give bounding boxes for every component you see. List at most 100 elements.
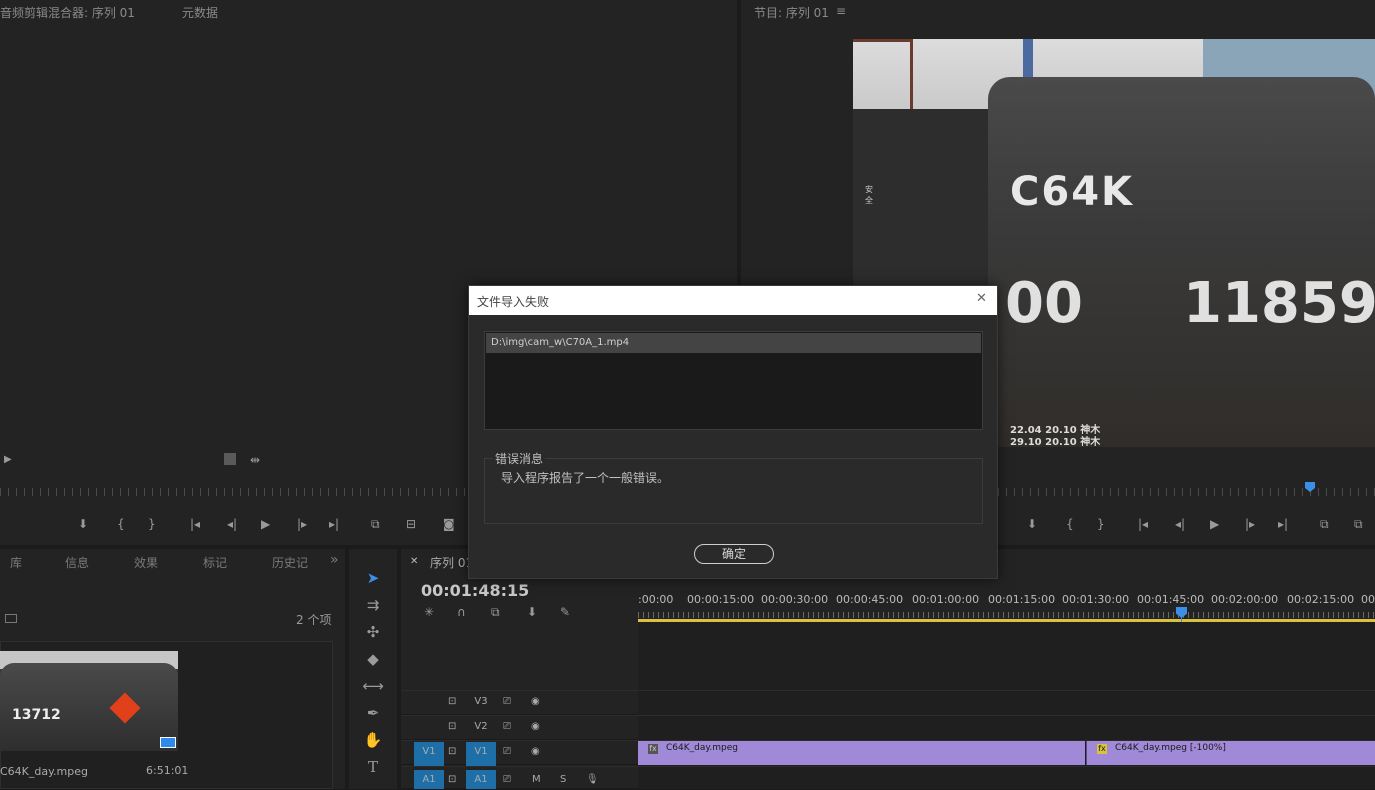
razor-tool-icon[interactable]: ◆	[361, 648, 385, 670]
wagon-number-left: 00	[1005, 271, 1083, 336]
mark-in-icon[interactable]: {	[117, 517, 125, 531]
timeline-tab[interactable]: 序列 01	[430, 554, 473, 571]
nest-icon[interactable]: ✳	[424, 605, 434, 619]
dialog-close-icon[interactable]: ✕	[976, 291, 987, 306]
failed-file-row[interactable]: D:\img\cam_w\C70A_1.mp4	[486, 333, 981, 353]
program-step-back-icon[interactable]: ◂|	[1175, 517, 1185, 531]
marker-icon[interactable]: ⬇	[78, 517, 88, 531]
camera-icon[interactable]: ◙	[443, 517, 455, 531]
program-go-to-in-icon[interactable]: |◂	[1138, 517, 1148, 531]
clip-label: C64K_day.mpeg	[666, 743, 738, 753]
metadata-tab[interactable]: 元数据	[182, 4, 218, 21]
step-back-icon[interactable]: ◂|	[227, 517, 237, 531]
eye-icon[interactable]: ◉	[531, 692, 540, 712]
panel-menu-icon[interactable]: ≡	[836, 4, 846, 18]
error-message: 导入程序报告了一个一般错误。	[501, 471, 670, 485]
program-mark-in-icon[interactable]: {	[1066, 517, 1074, 531]
selection-tool-icon[interactable]: ➤	[361, 567, 385, 589]
folder-icon[interactable]	[5, 614, 17, 623]
type-tool-icon[interactable]: T	[361, 756, 385, 778]
overwrite-icon[interactable]: ⊟	[406, 517, 416, 531]
error-group-box	[484, 458, 983, 524]
tab-history[interactable]: 历史记	[272, 554, 308, 571]
error-group-label: 错误消息	[493, 450, 546, 467]
more-tabs-icon[interactable]: »	[330, 552, 339, 568]
extract-icon[interactable]: ⧉	[1354, 517, 1363, 531]
audio-mixer-tab[interactable]: 音频剪辑混合器: 序列 01	[0, 4, 135, 21]
sync-lock-icon[interactable]: ⎚	[503, 770, 511, 790]
media-item-name[interactable]: C64K_day.mpeg	[0, 765, 88, 778]
track-name-a1[interactable]: A1	[466, 770, 496, 789]
track-header-v3	[402, 691, 638, 715]
program-step-forward-icon[interactable]: |▸	[1245, 517, 1255, 531]
eye-icon[interactable]: ◉	[531, 742, 540, 762]
clip-label: C64K_day.mpeg [-100%]	[1115, 743, 1226, 753]
add-marker-icon[interactable]: ⬇	[527, 605, 537, 619]
mute-button[interactable]: M	[532, 770, 541, 790]
media-item-duration: 6:51:01	[146, 764, 189, 777]
export-frame-icon[interactable]	[224, 453, 236, 465]
crane-structure	[853, 39, 913, 119]
dialog-title: 文件导入失败	[477, 295, 550, 309]
wagon-side-label: 安全	[865, 185, 873, 205]
timeline-tab-close-icon[interactable]: ✕	[410, 556, 418, 567]
mark-out-icon[interactable]: }	[148, 517, 156, 531]
ok-button[interactable]: 确定	[694, 544, 774, 564]
failed-files-list[interactable]: D:\img\cam_w\C70A_1.mp4	[484, 331, 983, 430]
lock-icon[interactable]: ⊡	[448, 692, 456, 712]
track-name-v2[interactable]: V2	[470, 717, 492, 737]
ruler-label: 00:0	[1361, 593, 1375, 606]
tab-effects[interactable]: 效果	[134, 554, 158, 571]
import-failed-dialog: 文件导入失败 ✕ D:\img\cam_w\C70A_1.mp4 错误消息 导入…	[468, 285, 998, 579]
program-monitor-tab[interactable]: 节目: 序列 01	[754, 4, 829, 21]
linked-selection-icon[interactable]: ⧉	[491, 605, 500, 619]
wagon-main	[988, 77, 1375, 447]
sync-lock-icon[interactable]: ⎚	[503, 742, 511, 762]
media-thumbnail[interactable]: 13712	[0, 651, 178, 751]
hand-tool-icon[interactable]: ✋	[361, 729, 385, 751]
program-play-icon[interactable]: ▶	[1210, 517, 1219, 531]
program-mark-out-icon[interactable]: }	[1097, 517, 1105, 531]
tab-markers[interactable]: 标记	[203, 554, 227, 571]
ruler-label: 00:02:15:00	[1287, 593, 1355, 606]
go-to-in-icon[interactable]: |◂	[190, 517, 200, 531]
timeline-timecode[interactable]: 00:01:48:15	[421, 581, 529, 600]
track-name-v1[interactable]: V1	[466, 742, 496, 766]
sync-lock-icon[interactable]: ⎚	[503, 692, 511, 712]
wrench-icon[interactable]: ✎	[560, 605, 570, 619]
ripple-edit-tool-icon[interactable]: ✣	[361, 621, 385, 643]
program-marker-icon[interactable]: ⬇	[1027, 517, 1037, 531]
tab-info[interactable]: 信息	[65, 554, 89, 571]
track-name-v3[interactable]: V3	[470, 692, 492, 712]
lift-icon[interactable]: ⧉	[1320, 517, 1329, 531]
solo-button[interactable]: S	[560, 770, 566, 790]
lock-icon[interactable]: ⊡	[448, 770, 456, 790]
ruler-label: 00:00:45:00	[836, 593, 904, 606]
play-small-icon[interactable]: ▶	[4, 453, 12, 467]
slip-tool-icon[interactable]: ⟷	[361, 675, 385, 697]
program-go-to-out-icon[interactable]: ▸|	[1278, 517, 1288, 531]
play-icon[interactable]: ▶	[261, 517, 270, 531]
ruler-label: 00:01:30:00	[1062, 593, 1130, 606]
program-ruler[interactable]	[998, 488, 1375, 496]
source-patch-a1[interactable]: A1	[414, 770, 444, 789]
item-count: 2 个项	[296, 613, 332, 627]
insert-icon[interactable]: ⧉	[371, 517, 380, 531]
microphone-icon[interactable]: 🎙	[586, 770, 599, 790]
video-clip[interactable]: fx C64K_day.mpeg	[638, 741, 1085, 765]
pen-tool-icon[interactable]: ✒	[361, 702, 385, 724]
snap-icon[interactable]: ∩	[457, 605, 466, 619]
wagon-code: C64K	[1010, 169, 1135, 215]
go-to-out-icon[interactable]: ▸|	[329, 517, 339, 531]
settings-icon[interactable]: ⇹	[250, 453, 260, 467]
video-clip[interactable]: fx C64K_day.mpeg [-100%]	[1086, 741, 1375, 765]
sync-lock-icon[interactable]: ⎚	[503, 717, 511, 737]
tab-library[interactable]: 库	[10, 554, 22, 571]
fx-badge-icon: fx	[648, 744, 658, 754]
source-patch-v1[interactable]: V1	[414, 742, 444, 766]
eye-icon[interactable]: ◉	[531, 717, 540, 737]
step-forward-icon[interactable]: |▸	[297, 517, 307, 531]
lock-icon[interactable]: ⊡	[448, 742, 456, 762]
lock-icon[interactable]: ⊡	[448, 717, 456, 737]
track-select-tool-icon[interactable]: ⇉	[361, 594, 385, 616]
